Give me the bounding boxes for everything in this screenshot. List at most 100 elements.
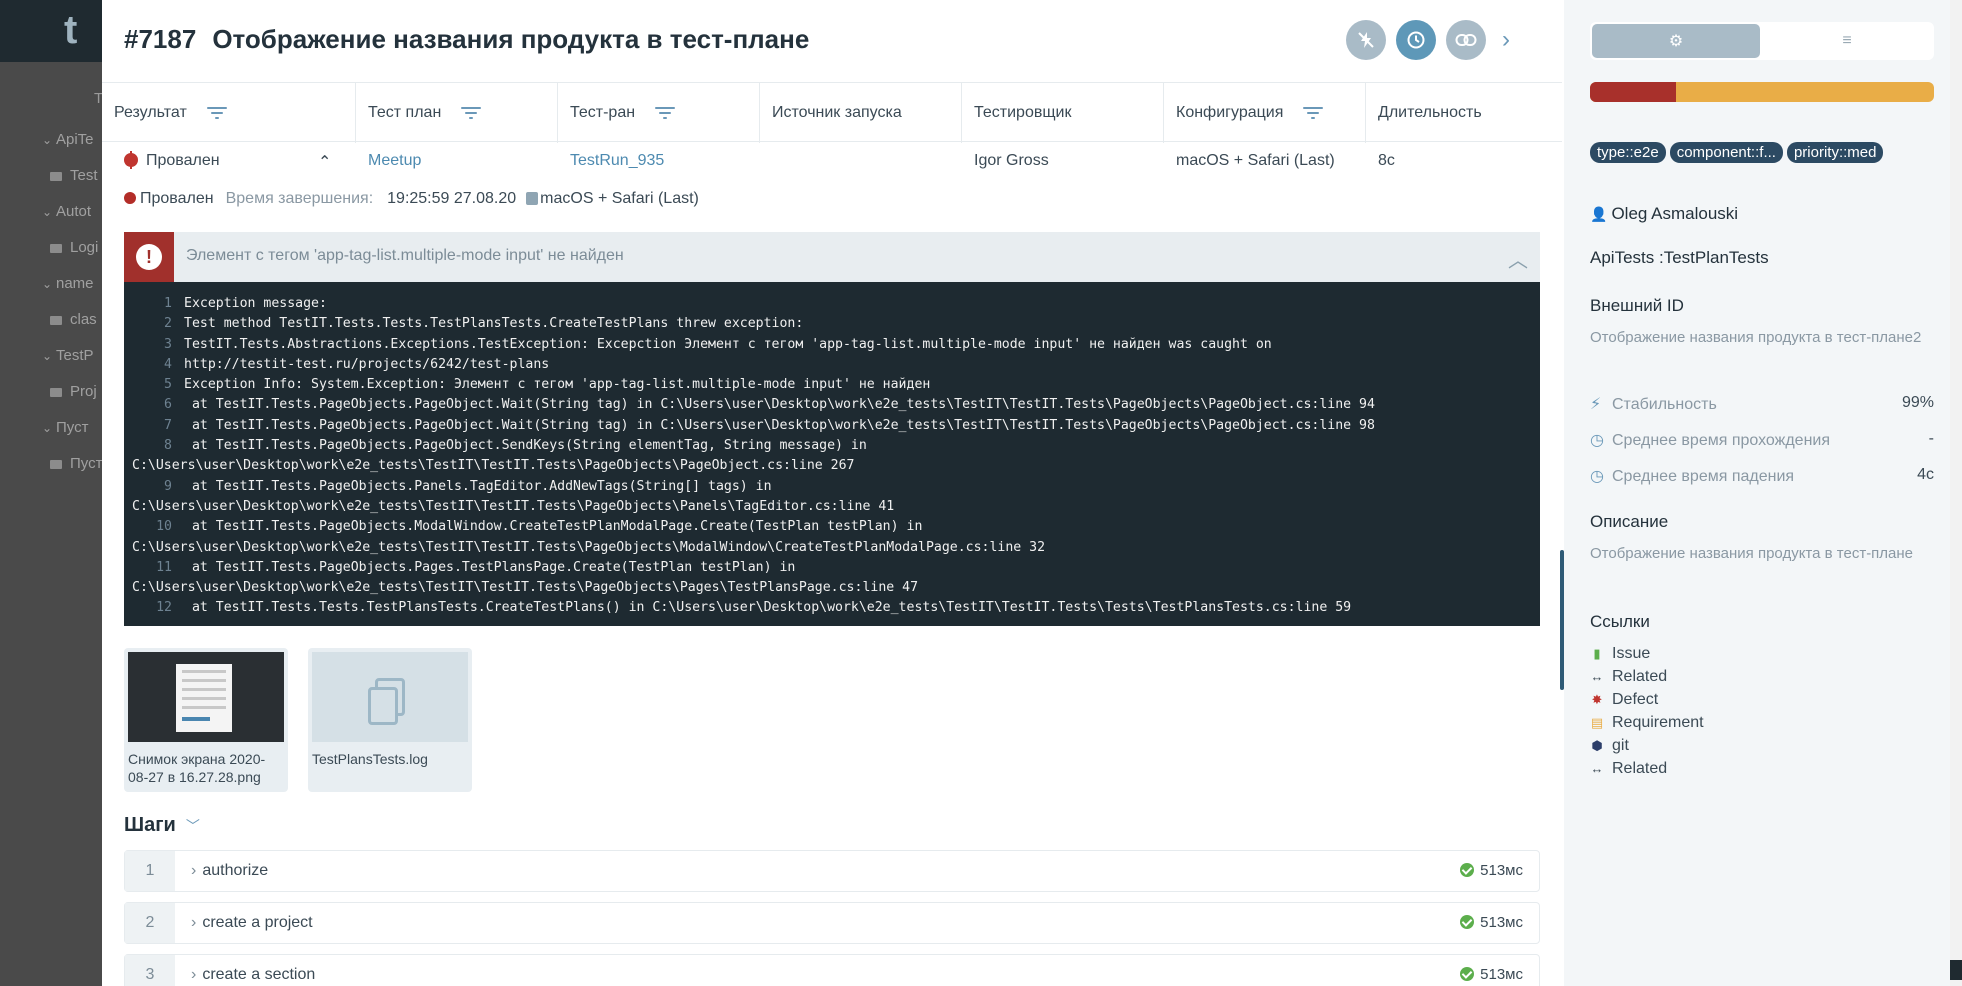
line-number: 6 [164,397,172,413]
table-row[interactable]: Провален ⌃ Meetup TestRun_935 Igor Gross… [102,142,1562,182]
step-row[interactable]: 1 › authorize 513мс [124,850,1540,892]
code-text: at TestIT.Tests.Tests.TestPlansTests.Cre… [184,600,1352,616]
line-number: 1 [164,296,172,311]
tag-list: type::e2e component::f... priority::med [1590,142,1934,167]
link-item[interactable]: ▮ Issue [1590,642,1704,665]
code-text: Exception Info: System.Exception: Элемен… [184,377,931,393]
filter-icon[interactable] [655,106,676,120]
attachment-screenshot[interactable]: Снимок экрана 2020-08-27 в 16.27.28.png [124,648,288,792]
link-item[interactable]: ▤ Requirement [1590,711,1704,734]
background-tree-item: ⌄ ApiTe [0,122,102,158]
tag-badge[interactable]: component::f... [1669,142,1783,163]
column-result[interactable]: Результат [102,83,356,143]
screenshot-thumbnail [128,652,284,742]
settings-view-button[interactable]: ⚙ [1592,24,1760,58]
step-number: 3 [125,955,175,986]
chevron-right-icon[interactable]: › [1502,26,1510,54]
link-item[interactable]: ↔ Related [1590,665,1704,688]
filter-icon[interactable] [206,106,227,120]
background-tree-label: Logi [70,239,99,256]
code-line: 11 at TestIT.Tests.PageObjects.Pages.Tes… [134,558,1540,578]
flaky-toggle-button[interactable] [1346,20,1386,60]
code-line: 5 Exception Info: System.Exception: Элеме… [134,375,1540,395]
finished-label: Время завершения: [225,190,374,207]
chevron-right-icon[interactable]: › [191,966,196,983]
app-logo: t [0,0,102,62]
code-text: at TestIT.Tests.PageObjects.PageObject.W… [184,397,1375,413]
column-test-run[interactable]: Тест-ран [558,83,760,143]
chevron-down-icon: ⌄ [42,133,53,147]
column-source[interactable]: Источник запуска [760,83,962,143]
bolt-off-icon [1358,32,1374,48]
step-duration: 513мс [1480,914,1523,931]
test-title: Отображение названия продукта в тест-пла… [212,24,810,54]
result-cell: Провален [124,151,220,170]
column-test-plan[interactable]: Тест план [356,83,558,143]
background-tree-label: clas [70,311,97,328]
chevron-right-icon[interactable]: › [191,862,196,879]
link-label: Related [1612,760,1668,777]
steps-heading[interactable]: Шаги ﹀ [124,814,200,837]
configuration-value: macOS + Safari (Last) [540,190,699,207]
step-duration: 513мс [1480,966,1523,983]
class-path: ApiTests :TestPlanTests [1590,248,1769,267]
background-tree-label: Test [70,167,98,184]
code-line-wrap: C:\Users\user\Desktop\work\e2e_tests\Tes… [132,539,1046,555]
list-icon: ≡ [1842,32,1852,49]
filter-icon[interactable] [461,106,482,120]
error-header[interactable]: ! Элемент с тегом 'app-tag-list.multiple… [124,232,1540,282]
code-text: at TestIT.Tests.PageObjects.PageObject.W… [184,417,1375,433]
stack-trace: 1 Exception message: 2 Test method TestIT.T… [124,282,1540,626]
background-tab: T [94,90,102,107]
code-line: 7 at TestIT.Tests.PageObjects.PageObject… [134,416,1540,436]
code-line: 10 at TestIT.Tests.PageObjects.ModalWind… [134,517,1540,537]
history-button[interactable] [1396,20,1436,60]
author: 👤 Oleg Asmalouski [1590,204,1739,223]
code-line: 4 http://testit-test.ru/projects/6242/tes… [134,355,1540,375]
copy-link-button[interactable] [1446,20,1486,60]
external-id-value: Отображение названия продукта в тест-пла… [1590,329,1922,346]
chevron-down-icon[interactable]: ﹀ [186,818,200,834]
clock-icon [1407,31,1425,49]
tag-badge[interactable]: type::e2e [1590,142,1666,163]
code-line: 12 at TestIT.Tests.Tests.TestPlansTests.… [134,598,1540,618]
code-line-wrap: C:\Users\user\Desktop\work\e2e_tests\Tes… [132,580,919,596]
list-view-button[interactable]: ≡ [1762,24,1932,58]
test-plan-link[interactable]: Meetup [368,152,421,170]
link-item[interactable]: ↔ Related [1590,757,1704,780]
background-tree-item: clas [0,302,102,338]
chevron-up-icon[interactable]: ︿ [1508,244,1528,273]
chevron-up-icon[interactable]: ⌃ [318,152,331,172]
column-duration[interactable]: Длительность [1366,83,1562,143]
folder-icon [50,171,62,181]
test-run-link[interactable]: TestRun_935 [570,152,664,170]
bug-icon: ✸ [1591,692,1603,707]
filter-icon[interactable] [1303,106,1324,120]
link-label: Defect [1612,691,1659,708]
column-configuration[interactable]: Конфигурация [1164,83,1366,143]
background-tree-label: TestP [56,347,94,364]
links-list: ▮ Issue ↔ Related ✸ Defect ▤ Requirement ⬢ git ↔ Re… [1590,642,1704,780]
link-label: Related [1612,668,1668,685]
error-icon: ! [124,232,174,282]
chevron-down-icon: ⌄ [42,205,53,219]
background-app-sidebar: t T ⌄ ApiTe Test ⌄ Autot Logi ⌄ name clas ⌄ TestP P… [0,0,102,986]
panel-header: #7187 Отображение названия продукта в тес… [102,0,1564,82]
chevron-right-icon[interactable]: › [191,914,196,931]
check-icon [1460,967,1475,981]
failed-dot-icon [124,192,136,204]
step-row[interactable]: 3 › create a section 513мс [124,954,1540,986]
column-tester[interactable]: Тестировщик [962,83,1164,143]
stat-avg-fail-time: ◷ Среднее время падения 4c [1590,466,1934,485]
step-number: 2 [125,903,175,943]
description-value: Отображение названия продукта в тест-пла… [1590,545,1914,562]
sidebar-view-switch: ⚙ ≡ [1590,22,1934,60]
description-label: Описание [1590,512,1669,531]
attachment-log[interactable]: TestPlansTests.log [308,648,472,792]
test-id: #7187 [124,24,197,54]
link-item[interactable]: ✸ Defect [1590,688,1704,711]
code-text: at TestIT.Tests.PageObjects.Pages.TestPl… [184,559,796,575]
tag-badge[interactable]: priority::med [1786,142,1884,163]
step-row[interactable]: 2 › create a project 513мс [124,902,1540,944]
link-item[interactable]: ⬢ git [1590,734,1704,757]
